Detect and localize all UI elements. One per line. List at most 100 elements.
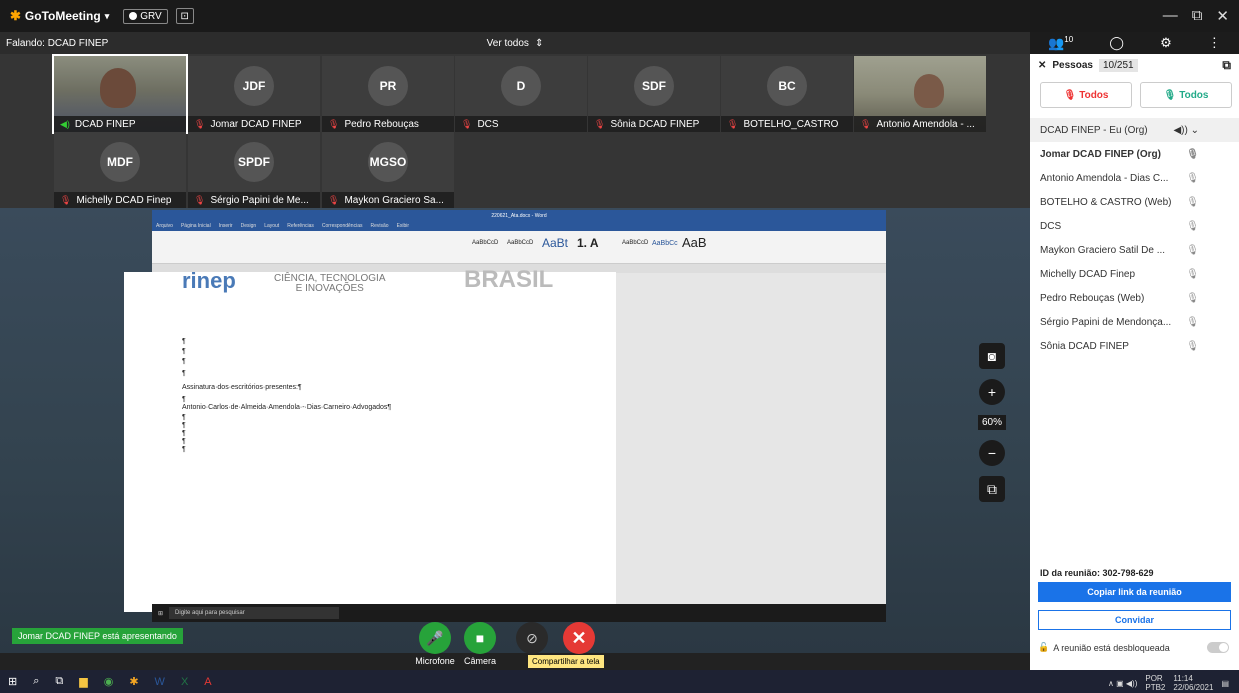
video-tile[interactable]: SPDF 🎙 Sérgio Papini de Me... — [188, 132, 320, 208]
video-tile[interactable]: PR 🎙 Pedro Rebouças — [322, 56, 454, 132]
invite-button[interactable]: Convidar — [1038, 610, 1231, 630]
word-tab: Layout — [264, 223, 280, 229]
mic-button[interactable]: 🎤 — [419, 622, 451, 654]
leave-button[interactable]: ✕ — [563, 622, 595, 654]
paragraph-mark: ¶ — [182, 446, 186, 453]
word-tab: Inserir — [218, 223, 233, 229]
camera-button[interactable]: ■ — [464, 622, 496, 654]
lock-meeting-button[interactable]: ⊡ — [175, 8, 194, 24]
language-indicator[interactable]: POR PTB2 — [1145, 674, 1165, 692]
zoom-out-button[interactable]: − — [979, 440, 1005, 466]
popout-panel-icon[interactable]: ⧉ — [1222, 58, 1231, 73]
list-item[interactable]: Sérgio Papini de Mendonça... 🎙 — [1030, 310, 1239, 334]
word-style: AaBbCc — [652, 240, 678, 247]
close-icon: ✕ — [571, 627, 587, 648]
word-style: 1. A — [577, 236, 599, 250]
finep-logo: rinep — [182, 268, 236, 293]
speaking-bar: Falando: DCAD FINEP Ver todos ⇕ — [0, 32, 1030, 54]
tile-name: 🎙 Pedro Rebouças — [322, 116, 454, 132]
video-tile[interactable]: 🎙 Antonio Amendola - ... — [854, 56, 986, 132]
video-tile[interactable]: ◀) DCAD FINEP — [52, 54, 188, 134]
tile-name: 🎙 Maykon Graciero Sa... — [322, 192, 454, 208]
app-name: GoToMeeting — [24, 9, 101, 23]
mute-all-button[interactable]: 🎙 Todos — [1040, 82, 1132, 108]
video-tile[interactable]: SDF 🎙 Sônia DCAD FINEP — [588, 56, 720, 132]
list-item[interactable]: Michelly DCAD Finep 🎙 — [1030, 262, 1239, 286]
chrome-icon[interactable]: ◉ — [104, 675, 114, 688]
video-tile[interactable]: MDF 🎙 Michelly DCAD Finep — [54, 132, 186, 208]
screenshot-button[interactable]: ◙ — [979, 343, 1005, 369]
document-page: rinep CIÊNCIA, TECNOLOGIA E INOVAÇÕES BRA… — [124, 266, 616, 612]
popout-button[interactable]: ⧉ — [979, 476, 1005, 502]
list-item[interactable]: Maykon Graciero Satil De ... 🎙 — [1030, 238, 1239, 262]
windows-start-icon[interactable]: ⊞ — [8, 675, 17, 688]
word-style: AaBt — [542, 236, 569, 250]
clock[interactable]: 11:14 22/06/2021 — [1173, 674, 1213, 692]
gotomeeting-icon[interactable]: ✱ — [129, 675, 138, 688]
copy-link-button[interactable]: Copiar link da reunião — [1038, 582, 1231, 602]
list-item[interactable]: BOTELHO & CASTRO (Web) 🎙 — [1030, 190, 1239, 214]
clock-date: 22/06/2021 — [1173, 683, 1214, 692]
video-tile[interactable]: MGSO 🎙 Maykon Graciero Sa... — [322, 132, 454, 208]
search-icon[interactable]: ⌕ — [33, 675, 39, 688]
shared-search-text: Digite aqui para pesquisar — [175, 610, 245, 616]
video-grid: ◀) DCAD FINEP JDF 🎙 Jomar DCAD FINEP PR 🎙 P… — [0, 54, 1030, 208]
share-screen-button[interactable]: ⊘ — [516, 622, 548, 654]
unlock-icon: 🔓 — [1038, 642, 1050, 652]
person-name: Sérgio Papini de Mendonça... — [1040, 316, 1172, 328]
word-tabs: Arquivo Página Inicial Inserir Design La… — [152, 222, 886, 231]
mic-muted-icon: 🎙 — [1186, 268, 1199, 280]
task-view-icon[interactable]: ⧉ — [55, 675, 63, 688]
paragraph-mark: ¶ — [182, 422, 186, 429]
chat-button[interactable]: ◯ — [1109, 35, 1124, 51]
paragraph-mark: ¶ — [182, 338, 186, 345]
lock-toggle[interactable] — [1207, 642, 1229, 653]
word-icon[interactable]: W — [155, 676, 165, 688]
tile-name-text: DCS — [477, 118, 499, 130]
attendee-count: 10/251 — [1098, 58, 1138, 72]
restore-button[interactable]: ⧉ — [1192, 7, 1203, 25]
word-tab: Exibir — [396, 223, 410, 229]
close-button[interactable]: ✕ — [1216, 7, 1229, 25]
video-tile[interactable]: D 🎙 DCS — [455, 56, 587, 132]
mic-muted-icon: 🎙 — [194, 194, 206, 205]
unmute-all-button[interactable]: 🎙 Todos — [1140, 82, 1232, 108]
excel-icon[interactable]: X — [181, 676, 188, 688]
more-button[interactable]: ⋮ — [1208, 35, 1221, 51]
list-item[interactable]: Pedro Rebouças (Web) 🎙 — [1030, 286, 1239, 310]
minimize-button[interactable]: — — [1163, 7, 1178, 25]
app-menu[interactable]: ✱ GoToMeeting ▾ — [10, 8, 109, 24]
tile-name-text: Michelly DCAD Finep — [76, 194, 172, 206]
zoom-in-button[interactable]: + — [979, 379, 1005, 405]
list-item[interactable]: Sônia DCAD FINEP 🎙 — [1030, 334, 1239, 358]
video-tile[interactable]: BC 🎙 BOTELHO_CASTRO — [721, 56, 853, 132]
mic-muted-icon: 🎙 — [1186, 292, 1199, 304]
list-item[interactable]: Jomar DCAD FINEP (Org) 🎙 — [1030, 142, 1239, 166]
person-name: Sônia DCAD FINEP — [1040, 340, 1129, 352]
mic-on-icon: ◀) — [60, 118, 70, 129]
paragraph-mark: ¶ — [182, 430, 186, 437]
tray-icons[interactable]: ∧ ▣ ◀)) — [1108, 679, 1137, 688]
mic-muted-icon: 🎙 — [1186, 316, 1199, 328]
recording-button[interactable]: GRV — [123, 8, 168, 24]
list-item[interactable]: Antonio Amendola - Dias C... 🎙 — [1030, 166, 1239, 190]
close-panel-icon[interactable]: ✕ — [1038, 60, 1046, 71]
file-explorer-icon[interactable]: ▆ — [79, 675, 87, 688]
view-all-toggle[interactable]: Ver todos ⇕ — [487, 38, 544, 49]
video-tile[interactable]: JDF 🎙 Jomar DCAD FINEP — [188, 56, 320, 132]
mic-muted-icon: 🎙 — [594, 118, 606, 129]
settings-button[interactable]: ⚙ — [1160, 35, 1172, 51]
tile-name: 🎙 Michelly DCAD Finep — [54, 192, 186, 208]
windows-icon: ⊞ — [158, 610, 164, 617]
tile-name: 🎙 BOTELHO_CASTRO — [721, 116, 853, 132]
list-item[interactable]: DCS 🎙 — [1030, 214, 1239, 238]
screen-share[interactable]: 220621_Ata.docx - Word Arquivo Página In… — [0, 208, 1030, 653]
mic-muted-icon: 🎙 — [461, 118, 473, 129]
tile-name: 🎙 DCS — [455, 116, 587, 132]
word-tab: Arquivo — [156, 223, 173, 229]
acrobat-icon[interactable]: A — [204, 676, 211, 688]
people-button[interactable]: 👥10 — [1048, 35, 1073, 51]
person-name: Michelly DCAD Finep — [1040, 268, 1136, 280]
notifications-icon[interactable]: ▤ — [1221, 679, 1229, 688]
list-item[interactable]: DCAD FINEP - Eu (Org) ◀)) ⌄ — [1030, 118, 1239, 142]
